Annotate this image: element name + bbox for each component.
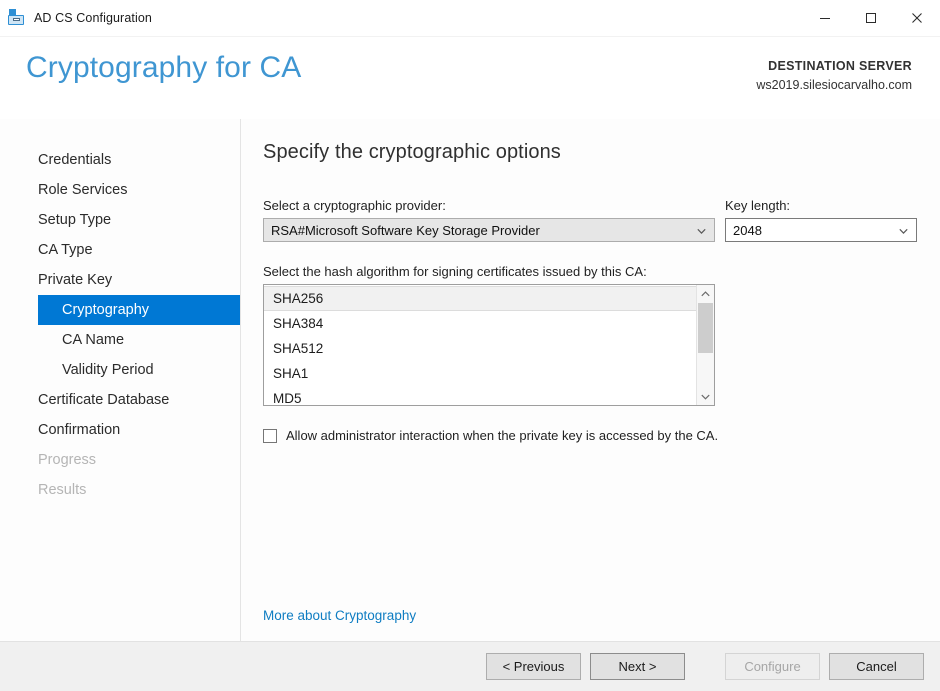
toolbox-icon bbox=[8, 9, 26, 27]
hash-algorithm-options: SHA256 SHA384 SHA512 SHA1 MD5 bbox=[264, 285, 696, 405]
list-item[interactable]: SHA1 bbox=[264, 361, 696, 386]
previous-button[interactable]: < Previous bbox=[486, 653, 581, 680]
key-length-label: Key length: bbox=[725, 198, 791, 213]
configure-button: Configure bbox=[725, 653, 820, 680]
close-icon bbox=[912, 13, 922, 23]
sidebar-item-label: Setup Type bbox=[38, 212, 112, 228]
allow-interaction-label: Allow administrator interaction when the… bbox=[286, 428, 719, 443]
key-length-select[interactable]: 2048 bbox=[725, 218, 917, 242]
sidebar-item-cryptography[interactable]: Cryptography bbox=[38, 295, 240, 325]
minimize-icon bbox=[820, 18, 830, 19]
cryptographic-provider-select[interactable]: RSA#Microsoft Software Key Storage Provi… bbox=[263, 218, 715, 242]
content-heading: Specify the cryptographic options bbox=[263, 141, 561, 163]
listbox-scrollbar[interactable] bbox=[696, 285, 714, 405]
scrollbar-thumb[interactable] bbox=[698, 303, 713, 353]
ad-cs-configuration-window: AD CS Configuration Cryptography for CA … bbox=[0, 0, 940, 691]
sidebar-item-results: Results bbox=[0, 475, 240, 505]
sidebar-item-label: CA Name bbox=[62, 332, 125, 348]
sidebar-item-label: Results bbox=[38, 482, 87, 498]
scroll-up-button[interactable] bbox=[697, 285, 714, 302]
list-item[interactable]: SHA384 bbox=[264, 311, 696, 336]
allow-interaction-checkbox[interactable] bbox=[263, 428, 277, 443]
chevron-down-icon bbox=[697, 223, 706, 238]
provider-row: Select a cryptographic provider: RSA#Mic… bbox=[263, 198, 917, 242]
wizard-sidebar: Credentials Role Services Setup Type CA Typ… bbox=[0, 119, 241, 641]
chevron-down-icon bbox=[701, 394, 710, 400]
sidebar-item-validity-period[interactable]: Validity Period bbox=[0, 355, 240, 385]
window-controls bbox=[802, 0, 940, 36]
hash-algorithm-listbox[interactable]: SHA256 SHA384 SHA512 SHA1 MD5 bbox=[263, 284, 715, 406]
cancel-button[interactable]: Cancel bbox=[829, 653, 924, 680]
close-button[interactable] bbox=[894, 0, 940, 36]
hash-algorithm-label: Select the hash algorithm for signing ce… bbox=[263, 264, 647, 279]
destination-server-label: DESTINATION SERVER bbox=[768, 59, 912, 73]
body-area: Credentials Role Services Setup Type CA Typ… bbox=[0, 119, 940, 641]
sidebar-item-label: Credentials bbox=[38, 152, 112, 168]
content-panel: Specify the cryptographic options Select… bbox=[241, 119, 940, 641]
sidebar-item-label: Progress bbox=[38, 452, 97, 468]
list-item[interactable]: SHA512 bbox=[264, 336, 696, 361]
sidebar-item-label: Cryptography bbox=[62, 302, 150, 318]
provider-value: RSA#Microsoft Software Key Storage Provi… bbox=[271, 222, 540, 238]
scroll-down-button[interactable] bbox=[697, 388, 714, 405]
list-item[interactable]: MD5 bbox=[264, 386, 696, 405]
title-bar: AD CS Configuration bbox=[0, 0, 940, 37]
sidebar-item-confirmation[interactable]: Confirmation bbox=[0, 415, 240, 445]
provider-label: Select a cryptographic provider: bbox=[263, 198, 446, 213]
maximize-button[interactable] bbox=[848, 0, 894, 36]
chevron-up-icon bbox=[701, 290, 710, 296]
sidebar-item-private-key[interactable]: Private Key bbox=[0, 265, 240, 295]
list-item[interactable]: SHA256 bbox=[264, 286, 696, 311]
window-title: AD CS Configuration bbox=[34, 11, 152, 25]
sidebar-item-label: Role Services bbox=[38, 182, 128, 198]
sidebar-item-credentials[interactable]: Credentials bbox=[0, 145, 240, 175]
sidebar-item-progress: Progress bbox=[0, 445, 240, 475]
sidebar-item-setup-type[interactable]: Setup Type bbox=[0, 205, 240, 235]
minimize-button[interactable] bbox=[802, 0, 848, 36]
sidebar-item-label: Certificate Database bbox=[38, 392, 170, 408]
provider-field-group: Select a cryptographic provider: RSA#Mic… bbox=[263, 198, 715, 242]
page-header: Cryptography for CA DESTINATION SERVER w… bbox=[0, 37, 940, 119]
sidebar-item-label: Validity Period bbox=[62, 362, 154, 378]
sidebar-item-ca-type[interactable]: CA Type bbox=[0, 235, 240, 265]
page-title: Cryptography for CA bbox=[26, 51, 302, 84]
next-button[interactable]: Next > bbox=[590, 653, 685, 680]
sidebar-item-label: CA Type bbox=[38, 242, 93, 258]
sidebar-item-label: Private Key bbox=[38, 272, 113, 288]
sidebar-item-ca-name[interactable]: CA Name bbox=[0, 325, 240, 355]
sidebar-item-label: Confirmation bbox=[38, 422, 121, 438]
key-length-field-group: Key length: 2048 bbox=[725, 198, 917, 242]
maximize-icon bbox=[866, 13, 876, 23]
key-length-value: 2048 bbox=[733, 222, 762, 238]
destination-server-name: ws2019.silesiocarvalho.com bbox=[756, 78, 912, 92]
sidebar-item-certificate-database[interactable]: Certificate Database bbox=[0, 385, 240, 415]
more-about-cryptography-link[interactable]: More about Cryptography bbox=[263, 608, 416, 623]
allow-interaction-row[interactable]: Allow administrator interaction when the… bbox=[263, 428, 917, 443]
wizard-footer: < Previous Next > Configure Cancel bbox=[0, 641, 940, 691]
sidebar-item-role-services[interactable]: Role Services bbox=[0, 175, 240, 205]
chevron-down-icon bbox=[899, 223, 908, 238]
destination-server-block: DESTINATION SERVER ws2019.silesiocarvalh… bbox=[756, 59, 912, 92]
